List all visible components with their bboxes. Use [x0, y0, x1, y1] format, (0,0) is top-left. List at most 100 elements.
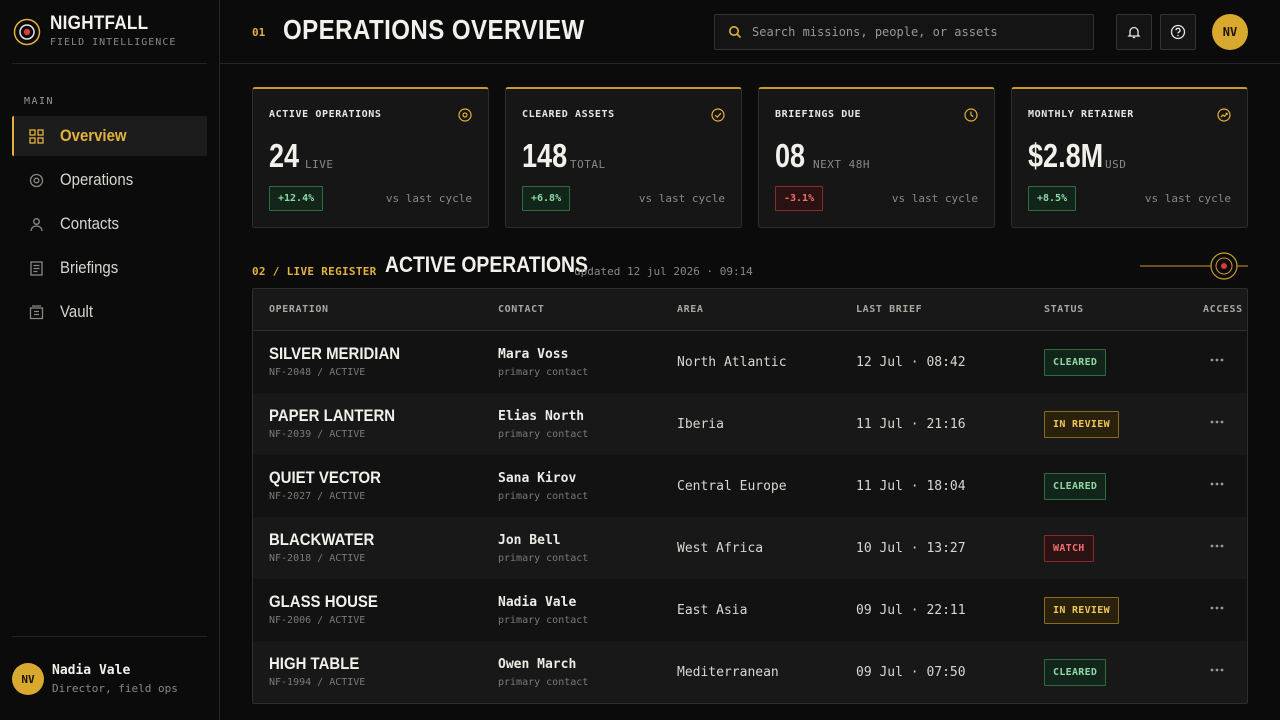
sidebar-item-overview[interactable]: Overview: [12, 116, 207, 156]
more-dots-icon: [1210, 668, 1224, 672]
kpi-label: MONTHLY RETAINER: [1028, 109, 1134, 120]
kpi-card-cleared-assets[interactable]: CLEARED ASSETS 148 TOTAL +6.8% vs last c…: [505, 87, 742, 228]
kpi-delta-badge: -3.1%: [775, 186, 824, 211]
help-button[interactable]: [1160, 14, 1196, 50]
section-title: ACTIVE OPERATIONS: [385, 252, 588, 277]
kpi-delta-badge: +12.4%: [269, 186, 324, 211]
more-options-button[interactable]: [1205, 349, 1229, 371]
notifications-button[interactable]: [1116, 14, 1152, 50]
operation-code: NF-2018 / ACTIVE: [269, 553, 366, 564]
brand-subtitle: FIELD INTELLIGENCE: [50, 37, 177, 48]
kpi-compare: vs last cycle: [1144, 192, 1231, 205]
sidebar-item-label: Vault: [60, 302, 93, 321]
sidebar-item-operations[interactable]: Operations: [12, 160, 207, 200]
operation-name: BLACKWATER: [269, 530, 375, 549]
contact-name: Mara Voss: [498, 347, 569, 362]
kpi-unit: LIVE: [305, 158, 334, 171]
operation-name: HIGH TABLE: [269, 654, 360, 673]
kpi-compare: vs last cycle: [891, 192, 978, 205]
contact-name: Owen March: [498, 657, 577, 672]
table-row[interactable]: PAPER LANTERN NF-2039 / ACTIVE Elias Nor…: [253, 393, 1247, 455]
column-header-area[interactable]: AREA: [677, 304, 703, 315]
table-row[interactable]: QUIET VECTOR NF-2027 / ACTIVE Sana Kirov…: [253, 455, 1247, 517]
sidebar-item-briefings[interactable]: Briefings: [12, 248, 207, 288]
help-icon: [1170, 24, 1186, 40]
contact-name: Jon Bell: [498, 533, 561, 548]
page-number: 01: [252, 26, 266, 39]
kpi-unit: TOTAL: [570, 158, 606, 171]
operations-table: OPERATION CONTACT AREA LAST BRIEF STATUS…: [252, 288, 1248, 704]
column-header-operation[interactable]: OPERATION: [269, 304, 329, 315]
kpi-compare: vs last cycle: [385, 192, 472, 205]
search-box[interactable]: [714, 14, 1094, 50]
contact-role: primary contact: [498, 615, 589, 626]
more-options-button[interactable]: [1205, 597, 1229, 619]
crosshair-target-icon: [1140, 252, 1248, 280]
user-name: Nadia Vale: [52, 663, 131, 678]
more-dots-icon: [1210, 358, 1224, 362]
status-badge: CLEARED: [1044, 659, 1107, 686]
column-header-access: ACCESS: [1203, 304, 1243, 315]
more-options-button[interactable]: [1205, 535, 1229, 557]
table-row[interactable]: SILVER MERIDIAN NF-2048 / ACTIVE Mara Vo…: [253, 331, 1247, 393]
status-badge: CLEARED: [1044, 349, 1107, 376]
bell-icon: [1127, 26, 1141, 39]
last-brief: 09 Jul · 07:50: [856, 665, 966, 680]
kpi-unit: NEXT 48H: [813, 158, 870, 171]
kpi-label: BRIEFINGS DUE: [775, 109, 862, 120]
status-badge: CLEARED: [1044, 473, 1107, 500]
more-options-button[interactable]: [1205, 473, 1229, 495]
avatar: NV: [12, 663, 44, 695]
brand: NIGHTFALL FIELD INTELLIGENCE: [12, 12, 207, 64]
sidebar: NIGHTFALL FIELD INTELLIGENCE MAIN Overvi…: [0, 0, 220, 720]
last-brief: 11 Jul · 21:16: [856, 417, 966, 432]
area: North Atlantic: [677, 355, 787, 370]
column-header-status[interactable]: STATUS: [1044, 304, 1084, 315]
more-options-button[interactable]: [1205, 659, 1229, 681]
operation-name: QUIET VECTOR: [269, 468, 381, 487]
operation-name: PAPER LANTERN: [269, 406, 396, 425]
operation-code: NF-1994 / ACTIVE: [269, 677, 366, 688]
kpi-card-briefings-due[interactable]: BRIEFINGS DUE 08 NEXT 48H -3.1% vs last …: [758, 87, 995, 228]
area: East Asia: [677, 603, 748, 618]
table-row[interactable]: HIGH TABLE NF-1994 / ACTIVE Owen March p…: [253, 641, 1247, 703]
sidebar-item-label: Operations: [60, 170, 134, 189]
search-input[interactable]: [752, 25, 1072, 39]
contact-role: primary contact: [498, 367, 589, 378]
check-circle-icon: [711, 108, 725, 122]
column-header-last-brief[interactable]: LAST BRIEF: [856, 304, 922, 315]
page-title: OPERATIONS OVERVIEW: [283, 14, 585, 45]
table-row[interactable]: BLACKWATER NF-2018 / ACTIVE Jon Bell pri…: [253, 517, 1247, 579]
kpi-value: 148: [522, 137, 568, 174]
status-badge: WATCH: [1044, 535, 1094, 562]
trend-up-icon: [1217, 108, 1231, 122]
kpi-unit: USD: [1105, 158, 1127, 171]
more-dots-icon: [1210, 544, 1224, 548]
nav-section-label: MAIN: [24, 96, 55, 107]
more-options-button[interactable]: [1205, 411, 1229, 433]
current-user[interactable]: NV Nadia Vale Director, field ops: [12, 636, 207, 720]
column-header-contact[interactable]: CONTACT: [498, 304, 544, 315]
kpi-value: 24: [269, 137, 300, 174]
kpi-card-active-operations[interactable]: ACTIVE OPERATIONS 24 LIVE +12.4% vs last…: [252, 87, 489, 228]
contact-name: Sana Kirov: [498, 471, 577, 486]
kpi-delta-badge: +6.8%: [522, 186, 571, 211]
contact-name: Nadia Vale: [498, 595, 577, 610]
status-badge: IN REVIEW: [1044, 597, 1119, 624]
target-icon: [458, 108, 472, 122]
kpi-card-monthly-retainer[interactable]: MONTHLY RETAINER $2.8M USD +8.5% vs last…: [1011, 87, 1248, 228]
operation-code: NF-2048 / ACTIVE: [269, 367, 366, 378]
grid-icon: [28, 128, 44, 144]
search-icon: [729, 26, 742, 39]
area: West Africa: [677, 541, 764, 556]
status-badge: IN REVIEW: [1044, 411, 1119, 438]
table-row[interactable]: GLASS HOUSE NF-2006 / ACTIVE Nadia Vale …: [253, 579, 1247, 641]
person-icon: [28, 216, 44, 232]
table-header: OPERATION CONTACT AREA LAST BRIEF STATUS…: [253, 289, 1247, 331]
section-kicker: 02 / LIVE REGISTER: [252, 265, 377, 278]
kpi-cards: ACTIVE OPERATIONS 24 LIVE +12.4% vs last…: [252, 87, 1248, 228]
sidebar-item-contacts[interactable]: Contacts: [12, 204, 207, 244]
profile-avatar-button[interactable]: NV: [1212, 14, 1248, 50]
archive-icon: [28, 304, 44, 320]
sidebar-item-vault[interactable]: Vault: [12, 292, 207, 332]
